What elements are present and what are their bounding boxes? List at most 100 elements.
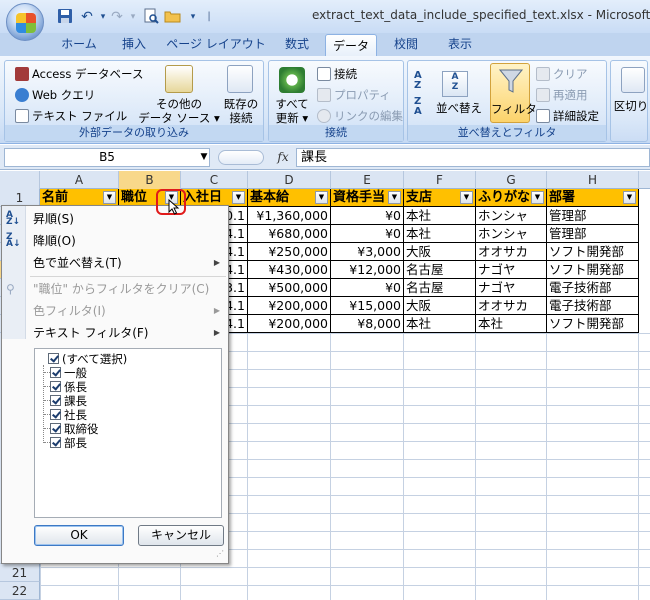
checkbox-checked[interactable] — [48, 353, 59, 364]
table-cell-allowance[interactable]: ¥15,000 — [331, 297, 404, 315]
table-cell-allowance[interactable]: ¥0 — [331, 279, 404, 297]
menu-sort-by-color[interactable]: 色で並べ替え(T) ▶ — [2, 252, 228, 274]
formula-input[interactable]: 課長 — [296, 148, 650, 167]
web-query-button[interactable]: Web クエリ — [15, 86, 95, 104]
tab-review[interactable]: 校閲 — [382, 33, 430, 56]
filter-value-list[interactable]: (すべて選択) 一般 係長 課長 社長 取締役 部長 — [34, 348, 222, 518]
office-button[interactable] — [6, 3, 44, 41]
table-cell-allowance[interactable]: ¥0 — [331, 225, 404, 243]
header-cell-department[interactable]: 部署 ▼ — [547, 189, 639, 207]
ok-button[interactable]: OK — [34, 525, 124, 546]
other-sources-icon[interactable] — [165, 65, 193, 93]
advanced-filter-button[interactable]: 詳細設定 — [536, 107, 599, 125]
table-cell-branch[interactable]: 本社 — [404, 315, 476, 333]
table-cell-branch[interactable]: 名古屋 — [404, 261, 476, 279]
refresh-all-button[interactable]: すべて 更新 ▾ — [271, 97, 313, 125]
column-header-d[interactable]: D — [248, 171, 331, 189]
connections-button[interactable]: 接続 — [317, 65, 357, 83]
table-cell-department[interactable]: 管理部 — [547, 207, 639, 225]
menu-sort-descending[interactable]: Z A↓ 降順(O) — [2, 230, 228, 252]
table-cell-allowance[interactable]: ¥3,000 — [331, 243, 404, 261]
column-header-g[interactable]: G — [476, 171, 547, 189]
menu-sort-ascending[interactable]: A Z↓ 昇順(S) — [2, 208, 228, 230]
sort-button[interactable]: 並べ替え — [436, 99, 482, 117]
list-item[interactable]: (すべて選択) — [48, 352, 127, 366]
existing-connections-icon[interactable] — [227, 65, 253, 93]
table-cell-branch[interactable]: 名古屋 — [404, 279, 476, 297]
filter-button[interactable]: フィルタ — [490, 63, 537, 123]
column-header-a[interactable]: A — [40, 171, 119, 189]
list-item[interactable]: 部長 — [50, 436, 87, 450]
table-cell-furigana[interactable]: オオサカ — [476, 297, 547, 315]
header-cell-furigana[interactable]: ふりがな ▼ — [476, 189, 547, 207]
refresh-all-icon[interactable] — [279, 67, 305, 93]
table-cell-base-salary[interactable]: ¥200,000 — [248, 315, 331, 333]
other-sources-button[interactable]: その他の データ ソース ▾ — [135, 97, 223, 125]
table-cell-furigana[interactable]: ナゴヤ — [476, 279, 547, 297]
table-cell-branch[interactable]: 本社 — [404, 207, 476, 225]
table-cell-furigana[interactable]: オオサカ — [476, 243, 547, 261]
sort-dialog-icon[interactable]: A Z — [442, 71, 468, 97]
text-to-columns-icon[interactable] — [621, 67, 645, 93]
table-cell-base-salary[interactable]: ¥200,000 — [248, 297, 331, 315]
filter-dropdown-button[interactable]: ▼ — [531, 191, 544, 204]
row-header-21[interactable]: 21 — [0, 564, 40, 582]
filter-dropdown-button[interactable]: ▼ — [232, 191, 245, 204]
table-cell-department[interactable]: 電子技術部 — [547, 279, 639, 297]
checkbox-checked[interactable] — [50, 381, 61, 392]
list-item[interactable]: 一般 — [50, 366, 87, 380]
table-cell-department[interactable]: 管理部 — [547, 225, 639, 243]
tab-home[interactable]: ホーム — [54, 33, 104, 56]
open-folder-icon[interactable] — [164, 8, 182, 26]
column-header-f[interactable]: F — [404, 171, 476, 189]
name-box-dropdown-icon[interactable]: ▼ — [198, 148, 210, 167]
table-cell-branch[interactable]: 大阪 — [404, 243, 476, 261]
table-cell-department[interactable]: ソフト開発部 — [547, 261, 639, 279]
name-box[interactable]: B5 — [4, 148, 210, 167]
filter-dropdown-button[interactable]: ▼ — [623, 191, 636, 204]
sort-descending-icon[interactable]: ZA — [414, 97, 432, 119]
filter-dropdown-button[interactable]: ▼ — [103, 191, 116, 204]
text-file-button[interactable]: テキスト ファイル — [15, 107, 127, 125]
save-icon[interactable] — [56, 8, 74, 26]
cancel-button[interactable]: キャンセル — [138, 525, 224, 546]
table-cell-base-salary[interactable]: ¥680,000 — [248, 225, 331, 243]
table-cell-furigana[interactable]: ホンシャ — [476, 225, 547, 243]
table-cell-base-salary[interactable]: ¥500,000 — [248, 279, 331, 297]
checkbox-checked[interactable] — [50, 437, 61, 448]
table-cell-base-salary[interactable]: ¥250,000 — [248, 243, 331, 261]
table-cell-base-salary[interactable]: ¥1,360,000 — [248, 207, 331, 225]
checkbox-checked[interactable] — [50, 395, 61, 406]
column-header-b[interactable]: B — [119, 171, 181, 189]
header-cell-base-salary[interactable]: 基本給 ▼ — [248, 189, 331, 207]
row-header-22[interactable]: 22 — [0, 582, 40, 600]
tab-view[interactable]: 表示 — [436, 33, 484, 56]
resize-grip-icon[interactable]: ⋰ — [216, 550, 226, 561]
checkbox-checked[interactable] — [50, 367, 61, 378]
table-cell-department[interactable]: 電子技術部 — [547, 297, 639, 315]
select-all-corner[interactable] — [0, 171, 40, 189]
column-header-c[interactable]: C — [181, 171, 248, 189]
tab-formulas[interactable]: 数式 — [272, 33, 322, 56]
table-cell-allowance[interactable]: ¥8,000 — [331, 315, 404, 333]
tab-insert[interactable]: 挿入 — [110, 33, 158, 56]
table-cell-branch[interactable]: 大阪 — [404, 297, 476, 315]
tab-page-layout[interactable]: ページ レイアウト — [166, 33, 266, 56]
table-cell-furigana[interactable]: 本社 — [476, 315, 547, 333]
print-preview-icon[interactable] — [142, 8, 160, 26]
tab-data[interactable]: データ — [325, 34, 377, 57]
column-header-h[interactable]: H — [547, 171, 639, 189]
list-item[interactable]: 課長 — [50, 394, 87, 408]
list-item[interactable]: 取締役 — [50, 422, 99, 436]
column-header-e[interactable]: E — [331, 171, 404, 189]
sort-ascending-icon[interactable]: AZ — [414, 71, 432, 93]
table-cell-branch[interactable]: 本社 — [404, 225, 476, 243]
list-item[interactable]: 社長 — [50, 408, 87, 422]
header-cell-branch[interactable]: 支店 ▼ — [404, 189, 476, 207]
checkbox-checked[interactable] — [50, 423, 61, 434]
filter-dropdown-button[interactable]: ▼ — [460, 191, 473, 204]
table-cell-allowance[interactable]: ¥0 — [331, 207, 404, 225]
checkbox-checked[interactable] — [50, 409, 61, 420]
existing-connections-button[interactable]: 既存の 接続 — [221, 97, 261, 125]
table-cell-furigana[interactable]: ホンシャ — [476, 207, 547, 225]
